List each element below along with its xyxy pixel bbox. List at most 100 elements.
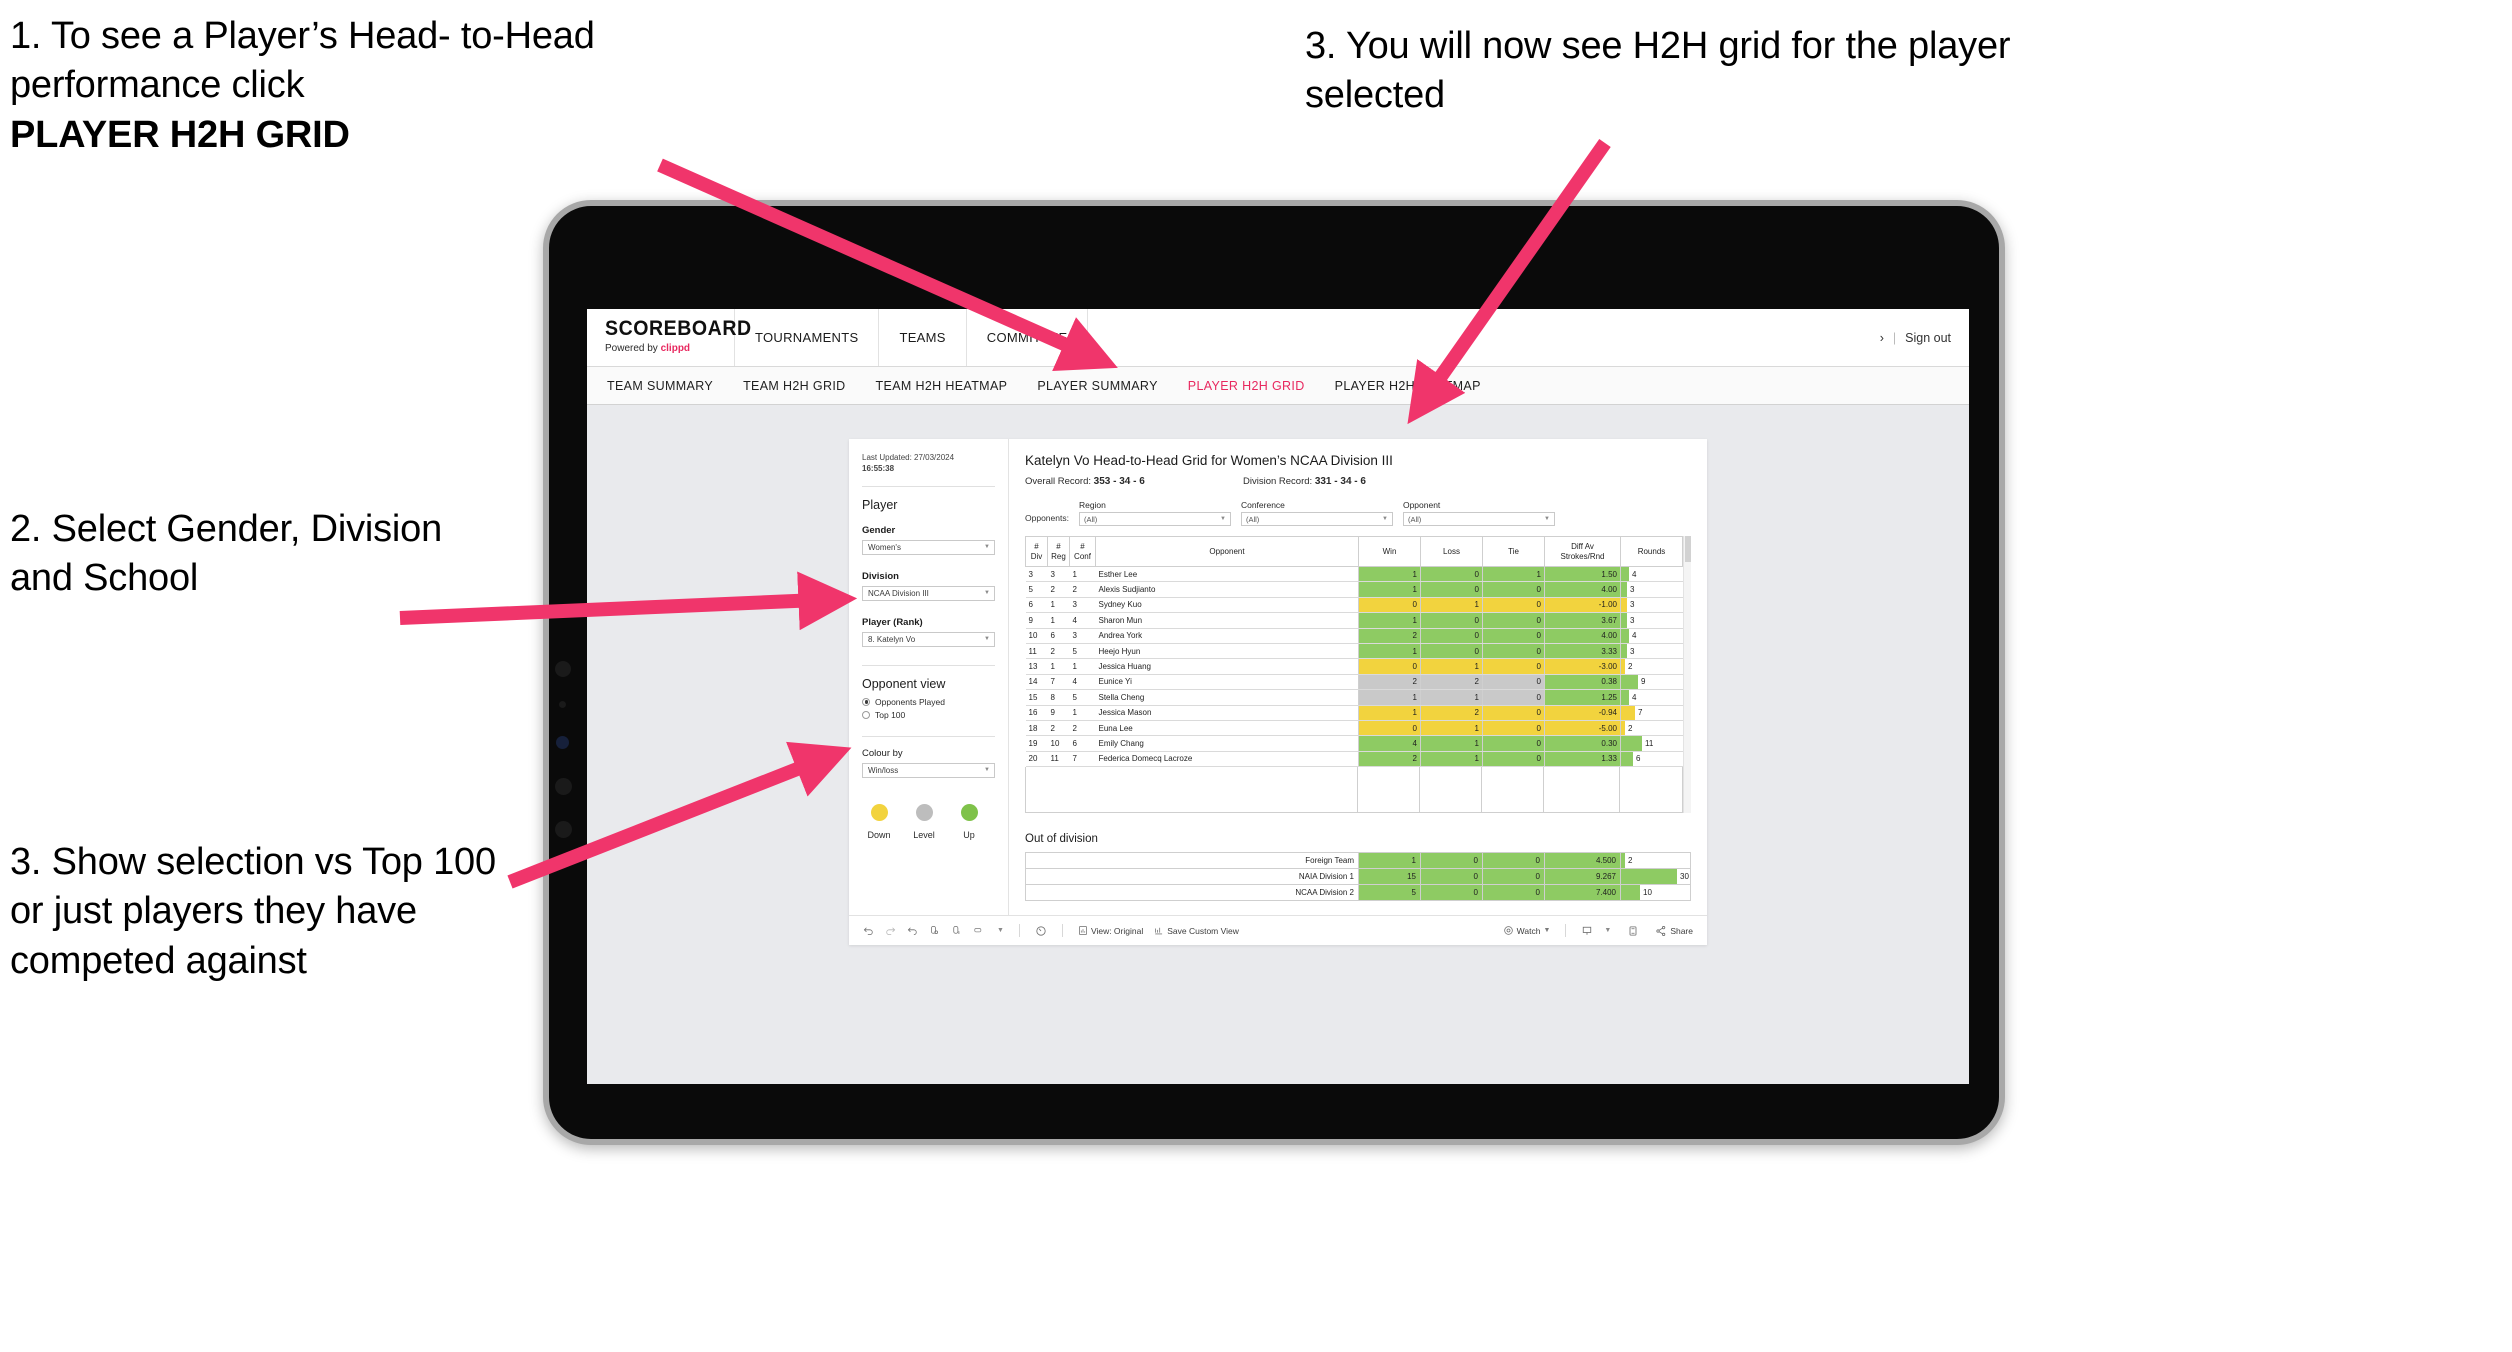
out-of-division-title: Out of division (1025, 833, 1098, 846)
table-row[interactable]: 16 9 1 Jessica Mason 1 2 0 -0.94 7 (1025, 704, 1683, 721)
col-diff-av[interactable]: Diff Av Strokes/Rnd (1544, 536, 1621, 567)
table-cell: 1 (1047, 596, 1070, 614)
view-original-label: View: Original (1090, 925, 1144, 936)
table-row[interactable]: 10 6 3 Andrea York 2 0 0 4.00 4 (1025, 627, 1683, 644)
nav-item-teams[interactable]: TEAMS (879, 309, 967, 366)
table-cell: 2 (1358, 750, 1421, 768)
sign-out-link[interactable]: Sign out (1905, 331, 1951, 345)
divider (1061, 924, 1063, 938)
table-cell: 0.30 (1544, 735, 1621, 752)
table-cell: 1 (1358, 612, 1421, 629)
chevron-down-icon[interactable]: ▼ (1604, 927, 1611, 934)
divider (862, 485, 995, 487)
chevron-down-icon: ▼ (1544, 516, 1550, 522)
tab-player-summary[interactable]: PLAYER SUMMARY (1037, 379, 1157, 393)
chevron-down-icon[interactable]: ▼ (997, 927, 1004, 934)
filter-conference-select[interactable]: (All) ▼ (1240, 512, 1393, 526)
table-cell: 0 (1358, 596, 1421, 614)
col-win[interactable]: Win (1358, 536, 1421, 567)
out-of-division-row[interactable]: Foreign Team 1 0 0 4.500 2 (1025, 852, 1691, 870)
annotation-step-3-right: 3. You will now see H2H grid for the pla… (1305, 25, 2011, 117)
tab-player-h2h-grid[interactable]: PLAYER H2H GRID (1188, 379, 1305, 393)
table-cell: 2 (1420, 704, 1483, 721)
refresh-icon[interactable] (929, 925, 940, 936)
legend-dot-down (870, 803, 888, 821)
table-cell: 1 (1358, 704, 1421, 721)
download-icon[interactable] (1581, 925, 1593, 937)
app-logo[interactable]: SCOREBOARD Powered by clippd (587, 309, 751, 366)
last-updated-date: Last Updated: 27/03/2024 (862, 453, 955, 462)
filter-region-select[interactable]: (All) ▼ (1078, 512, 1231, 526)
division-select[interactable]: NCAA Division III ▼ (862, 585, 995, 601)
out-of-division-row[interactable]: NCAA Division 2 5 0 0 7.400 10 (1025, 884, 1691, 902)
col-div[interactable]: # Div (1025, 536, 1048, 567)
redo-icon[interactable] (885, 925, 896, 936)
colour-by-select[interactable]: Win/loss ▼ (862, 762, 995, 778)
table-cell: 0 (1482, 612, 1545, 629)
save-custom-view-button[interactable]: Save Custom View (1154, 925, 1239, 936)
fullscreen-icon[interactable] (1627, 925, 1639, 937)
table-row[interactable]: 20 11 7 Federica Domecq Lacroze 2 1 0 1.33 6 (1025, 750, 1683, 768)
logo-subtitle: Powered by clippd (605, 343, 734, 354)
tab-player-h2h-heatmap[interactable]: PLAYER H2H HEATMAP (1335, 379, 1481, 393)
table-row[interactable]: 15 8 5 Stella Cheng 1 1 0 1.25 4 (1025, 689, 1683, 706)
pause-icon[interactable] (951, 925, 962, 936)
table-scrollbar[interactable] (1683, 536, 1691, 814)
table-row[interactable]: 9 1 4 Sharon Mun 1 0 0 3.67 3 (1025, 612, 1683, 629)
watch-button[interactable]: Watch ▼ (1503, 925, 1551, 936)
nav-item-committee[interactable]: COMMITTEE (967, 309, 1089, 366)
col-conf[interactable]: # Conf (1069, 536, 1096, 567)
col-opponent[interactable]: Opponent (1095, 536, 1359, 567)
out-of-division-row[interactable]: NAIA Division 1 15 0 0 9.267 30 (1025, 868, 1691, 886)
player-rank-select[interactable]: 8. Katelyn Vo ▼ (862, 631, 995, 647)
division-label: Division (862, 570, 899, 582)
col-loss[interactable]: Loss (1420, 536, 1483, 567)
nav-item-tournaments[interactable]: TOURNAMENTS (735, 309, 880, 366)
table-cell: 1 (1358, 565, 1421, 583)
table-row[interactable]: 18 2 2 Euna Lee 0 1 0 -5.00 2 (1025, 719, 1683, 737)
table-cell: 4 (1358, 735, 1421, 752)
revert-icon[interactable] (907, 925, 918, 936)
legend-label-down: Down (867, 829, 891, 840)
table-row[interactable]: 11 2 5 Heejo Hyun 1 0 0 3.33 3 (1025, 642, 1683, 660)
table-row[interactable]: 5 2 2 Alexis Sudjianto 1 0 0 4.00 3 (1025, 581, 1683, 598)
undo-icon[interactable] (863, 925, 874, 936)
gender-select[interactable]: Women's ▼ (862, 539, 995, 555)
legend-label-up: Up (963, 829, 975, 840)
tab-team-summary[interactable]: TEAM SUMMARY (607, 379, 713, 393)
table-cell: 0 (1420, 642, 1483, 660)
filter-conference-label: Conference (1240, 500, 1285, 510)
table-cell: 1.25 (1544, 689, 1621, 706)
overall-record-label: Overall Record: (1025, 476, 1091, 487)
scrollbar-thumb[interactable] (1685, 536, 1691, 562)
table-row[interactable]: 14 7 4 Eunice Yi 2 2 0 0.38 9 (1025, 673, 1683, 691)
tab-team-h2h-grid[interactable]: TEAM H2H GRID (743, 379, 845, 393)
table-row[interactable]: 3 3 1 Esther Lee 1 0 1 1.50 4 (1025, 565, 1683, 583)
pause-auto-update-icon[interactable] (1035, 925, 1047, 937)
table-row[interactable]: 6 1 3 Sydney Kuo 0 1 0 -1.00 3 (1025, 596, 1683, 614)
chevron-down-icon: ▼ (1543, 927, 1551, 935)
rounds-bar-cell: 3 (1620, 642, 1683, 660)
table-cell: 0 (1420, 581, 1483, 598)
view-original-button[interactable]: View: Original (1078, 925, 1143, 936)
radio-opponents-played[interactable]: Opponents Played (862, 697, 995, 707)
table-cell: 3 (1047, 565, 1070, 583)
col-tie[interactable]: Tie (1482, 536, 1545, 567)
radio-top-100[interactable]: Top 100 (862, 710, 995, 720)
table-cell: 15 (1358, 868, 1421, 886)
table-cell: 10 (1047, 735, 1070, 752)
table-row[interactable]: 19 10 6 Emily Chang 4 1 0 0.30 11 (1025, 735, 1683, 752)
col-div-l1: # (1034, 542, 1039, 552)
device-preview-icon[interactable] (973, 925, 986, 936)
col-reg[interactable]: # Reg (1047, 536, 1070, 567)
table-cell: 2 (1358, 627, 1421, 644)
col-rounds[interactable]: Rounds (1620, 536, 1683, 567)
table-row[interactable]: 13 1 1 Jessica Huang 0 1 0 -3.00 2 (1025, 658, 1683, 675)
tablet-sensor-dot (559, 701, 566, 708)
filter-sidebar: Last Updated: 27/03/2024 16:55:38 Player… (849, 439, 1009, 916)
share-button[interactable]: Share (1655, 925, 1707, 937)
rounds-bar-cell: 3 (1620, 612, 1683, 629)
table-cell: Andrea York (1095, 627, 1359, 644)
tab-team-h2h-heatmap[interactable]: TEAM H2H HEATMAP (876, 379, 1008, 393)
filter-opponent-select[interactable]: (All) ▼ (1402, 512, 1555, 526)
